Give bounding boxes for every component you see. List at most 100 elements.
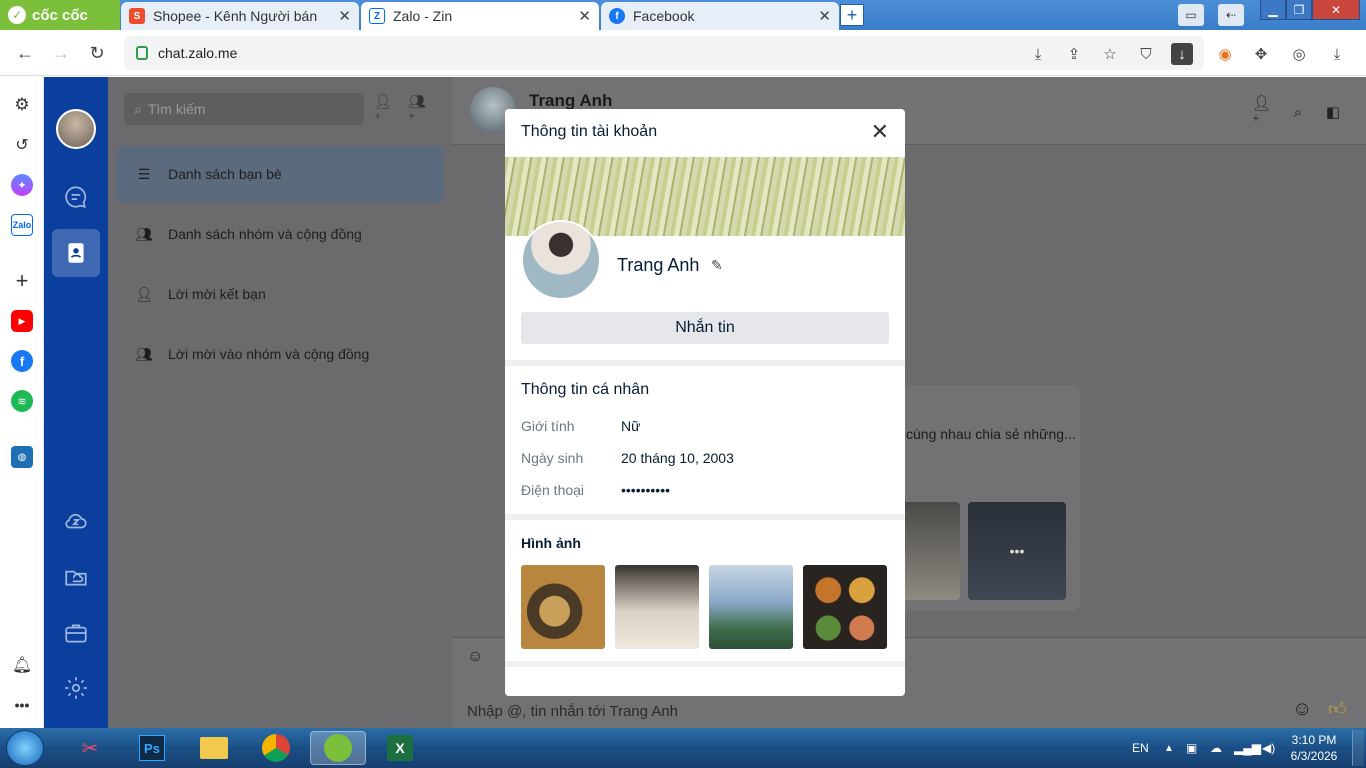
toolbox-nav-icon[interactable] bbox=[52, 609, 100, 657]
spotify-icon[interactable]: ≋ bbox=[11, 390, 33, 412]
tab-label: Zalo - Zin bbox=[393, 8, 453, 24]
secure-lock-icon bbox=[136, 46, 148, 60]
browser-tab-strip: ✓ cốc cốc S Shopee - Kênh Người bán ✕ Z … bbox=[0, 0, 1366, 30]
photo-thumbnail[interactable] bbox=[803, 565, 887, 649]
profile-icon[interactable]: ◎ bbox=[1288, 43, 1310, 65]
clock[interactable]: 3:10 PM 6/3/2026 bbox=[1286, 732, 1342, 764]
sidebar-item-label: Lời mời vào nhóm và cộng đồng bbox=[168, 346, 370, 362]
photo-thumbnail[interactable] bbox=[615, 565, 699, 649]
facebook-sidebar-icon[interactable]: f bbox=[11, 350, 33, 372]
downloads-icon[interactable]: ⤓ bbox=[1326, 43, 1348, 65]
back-arrow-icon[interactable]: ← bbox=[12, 40, 38, 66]
share-icon[interactable]: ⇪ bbox=[1063, 43, 1085, 65]
conversation-info-icon[interactable]: ◧ bbox=[1322, 101, 1344, 123]
edit-pencil-icon[interactable]: ✎ bbox=[711, 257, 723, 274]
message-button[interactable]: Nhắn tin bbox=[521, 312, 889, 344]
add-sidebar-icon[interactable]: + bbox=[11, 268, 33, 293]
file-explorer-icon[interactable] bbox=[186, 731, 242, 765]
friends-list-icon: ☰ bbox=[137, 165, 151, 182]
create-group-icon[interactable]: 👥︎⁺ bbox=[408, 93, 430, 126]
history-icon[interactable]: ↺ bbox=[11, 134, 33, 156]
search-input[interactable]: ⌕ Tìm kiếm bbox=[124, 93, 364, 125]
profile-avatar[interactable] bbox=[521, 220, 601, 300]
volume-icon[interactable]: ◀) bbox=[1262, 728, 1275, 768]
forward-arrow-icon[interactable]: → bbox=[48, 40, 74, 66]
sticker-icon[interactable]: ☺ bbox=[467, 648, 489, 670]
zalo-sidebar-icon[interactable]: Zalo bbox=[11, 214, 33, 236]
download-page-icon[interactable]: ⤓ bbox=[1027, 43, 1049, 65]
chat-search-icon[interactable]: ⌕ bbox=[1287, 101, 1309, 123]
language-indicator[interactable]: EN bbox=[1132, 728, 1149, 768]
zcloud-nav-icon[interactable] bbox=[52, 497, 100, 545]
back-panel-icon[interactable]: ⇠ bbox=[1218, 4, 1244, 26]
settings-nav-icon[interactable] bbox=[52, 664, 100, 712]
search-placeholder: Tìm kiếm bbox=[147, 101, 206, 117]
reload-icon[interactable]: ↻ bbox=[84, 40, 110, 66]
cloud-folder-nav-icon[interactable] bbox=[52, 553, 100, 601]
maximize-button[interactable]: ❐ bbox=[1286, 0, 1312, 20]
thumbs-up-icon[interactable]: 👍︎ bbox=[1328, 698, 1347, 720]
divider bbox=[505, 661, 905, 667]
my-avatar[interactable] bbox=[56, 109, 96, 149]
extension-coccoc-icon[interactable]: ◉ bbox=[1214, 43, 1236, 65]
sidebar-item-group-invites[interactable]: 👥︎ Lời mời vào nhóm và cộng đồng bbox=[116, 326, 444, 382]
savior-download-icon[interactable]: ↓ bbox=[1171, 43, 1193, 65]
more-options-icon[interactable]: ••• bbox=[11, 694, 33, 716]
photos-title: Hình ảnh bbox=[521, 535, 581, 551]
cloud-sync-icon[interactable]: ☁ bbox=[1210, 728, 1222, 768]
account-info-modal: Thông tin tài khoản ✕ Trang Anh ✎ Nhắn t… bbox=[505, 109, 905, 696]
photo-thumbnail[interactable] bbox=[709, 565, 793, 649]
sidebar-item-label: Danh sách nhóm và cộng đồng bbox=[168, 226, 362, 242]
profile-name: Trang Anh bbox=[617, 255, 700, 275]
tab-facebook[interactable]: f Facebook ✕ bbox=[601, 2, 839, 30]
tab-zalo[interactable]: Z Zalo - Zin ✕ bbox=[361, 2, 599, 30]
coccoc-taskbar-icon[interactable] bbox=[310, 731, 366, 765]
chrome-icon[interactable] bbox=[248, 731, 304, 765]
show-hidden-icons[interactable]: ▲ bbox=[1164, 728, 1174, 768]
sidebar-item-groups[interactable]: 👥︎ Danh sách nhóm và cộng đồng bbox=[116, 206, 444, 262]
add-friend-icon[interactable]: 👤︎⁺ bbox=[374, 93, 396, 126]
notification-bell-icon[interactable]: 🔔︎ bbox=[11, 654, 33, 676]
shield-icon[interactable]: ⛉ bbox=[1135, 43, 1157, 65]
messages-nav-icon[interactable] bbox=[52, 173, 100, 221]
close-icon[interactable]: ✕ bbox=[871, 119, 889, 145]
close-window-button[interactable]: ✕ bbox=[1312, 0, 1360, 20]
add-to-group-icon[interactable]: 👤︎⁺ bbox=[1252, 95, 1274, 130]
app-shortcut-icon[interactable]: ◍ bbox=[11, 446, 33, 468]
tab-search-icon[interactable]: ▭ bbox=[1178, 4, 1204, 26]
photo-thumbnail[interactable] bbox=[521, 565, 605, 649]
contacts-panel: ⌕ Tìm kiếm 👤︎⁺ 👥︎⁺ ☰ Danh sách bạn bè 👥︎… bbox=[108, 77, 452, 728]
show-desktop-button[interactable] bbox=[1352, 730, 1364, 766]
sidebar-item-friends[interactable]: ☰ Danh sách bạn bè bbox=[116, 146, 444, 202]
sidebar-item-friend-requests[interactable]: 👤︎ Lời mời kết bạn bbox=[116, 266, 444, 322]
tab-shopee[interactable]: S Shopee - Kênh Người bán ✕ bbox=[121, 2, 359, 30]
tab-label: Shopee - Kênh Người bán bbox=[153, 8, 318, 24]
contacts-nav-icon[interactable] bbox=[52, 229, 100, 277]
settings-gear-icon[interactable]: ⚙ bbox=[11, 94, 33, 116]
close-tab-icon[interactable]: ✕ bbox=[818, 7, 831, 25]
address-toolbar: ← → ↻ chat.zalo.me ⤓ ⇪ ☆ ⛉ ↓ ◉ ✥ ◎ ⤓ bbox=[0, 30, 1366, 76]
gender-label: Giới tính bbox=[521, 418, 575, 434]
chat-photo-more[interactable]: ••• bbox=[968, 502, 1066, 600]
taskbar-app-icon[interactable]: ✂ bbox=[62, 731, 118, 765]
close-tab-icon[interactable]: ✕ bbox=[338, 7, 351, 25]
network-icon[interactable]: ▂▄▆ bbox=[1234, 728, 1261, 768]
close-tab-icon[interactable]: ✕ bbox=[578, 7, 591, 25]
group-invite-icon: 👥︎ bbox=[135, 345, 153, 362]
start-button[interactable] bbox=[6, 730, 44, 766]
minimize-button[interactable]: ▁ bbox=[1260, 0, 1286, 20]
coccoc-menu-button[interactable]: ✓ cốc cốc bbox=[0, 0, 120, 30]
bookmark-star-icon[interactable]: ☆ bbox=[1099, 43, 1121, 65]
new-tab-button[interactable]: + bbox=[840, 4, 864, 26]
excel-icon[interactable]: X bbox=[372, 731, 428, 765]
personal-info-title: Thông tin cá nhân bbox=[521, 381, 650, 398]
emoji-icon[interactable]: ☺ bbox=[1292, 698, 1312, 721]
message-input[interactable]: Nhập @, tin nhắn tới Trang Anh bbox=[467, 703, 678, 720]
photoshop-icon[interactable]: Ps bbox=[124, 731, 180, 765]
extensions-puzzle-icon[interactable]: ✥ bbox=[1250, 43, 1272, 65]
zalo-nav bbox=[44, 77, 108, 728]
youtube-icon[interactable]: ▶ bbox=[11, 310, 33, 332]
messenger-icon[interactable]: ✦ bbox=[11, 174, 33, 196]
windows-taskbar: ✂ Ps X EN ▲ ▣ ☁ ▂▄▆ ◀) 3:10 PM 6/3/2026 bbox=[0, 728, 1366, 768]
device-icon[interactable]: ▣ bbox=[1186, 728, 1197, 768]
